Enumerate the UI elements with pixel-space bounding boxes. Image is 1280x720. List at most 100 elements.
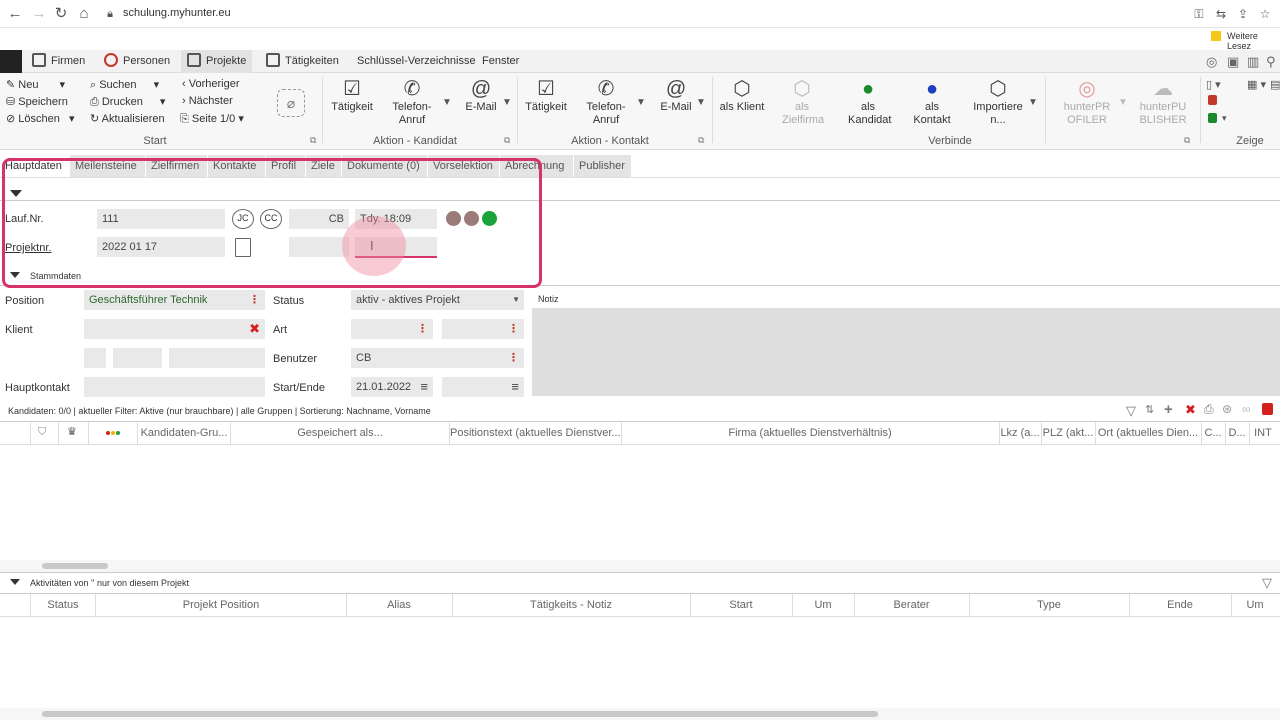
view-icon[interactable]: ▤ (1270, 78, 1280, 91)
tab-kontakte[interactable]: Kontakte (208, 155, 266, 177)
menu-fenster[interactable]: Fenster (476, 50, 525, 73)
more-icon[interactable]: ⋮ (249, 290, 260, 310)
link-icon[interactable]: ∞ (1242, 402, 1251, 416)
menu-lines-icon[interactable]: ≡ (511, 377, 519, 397)
back-icon[interactable]: ← (6, 5, 24, 23)
menu-lines-icon[interactable]: ≡ (420, 377, 428, 397)
chevron-down-icon[interactable]: ▼ (442, 97, 452, 108)
col-type[interactable]: Type (970, 599, 1128, 611)
end-date-field[interactable]: ≡ (442, 377, 524, 397)
art-field[interactable]: ⋮ (351, 319, 433, 339)
col-alias[interactable]: Alias (347, 599, 451, 611)
save-button[interactable]: ⛁ Speichern (6, 95, 68, 108)
cc-icon[interactable]: CC (260, 209, 282, 229)
col-int[interactable]: INT (1250, 427, 1276, 439)
filter-icon[interactable]: ▽ (1262, 575, 1272, 591)
connect-contact-button[interactable]: ● als Kontakt (906, 77, 958, 127)
menu-schluessel[interactable]: Schlüssel-Verzeichnisse (351, 50, 482, 73)
projektnr-label[interactable]: Projektnr. (5, 242, 51, 254)
projektnr-field[interactable]: 2022 01 17 (97, 237, 225, 257)
scrollbar-thumb[interactable] (42, 711, 878, 717)
document-icon[interactable] (235, 238, 251, 257)
help-icon[interactable]: ◎ (1206, 54, 1217, 70)
lock-red-icon[interactable] (1208, 95, 1217, 105)
refresh-button[interactable]: ↻ Aktualisieren (90, 112, 165, 125)
chevron-down-icon[interactable]: ▼ (696, 97, 706, 108)
tab-abrechnung[interactable]: Abrechnung (500, 155, 574, 177)
klient-sub-field[interactable] (113, 348, 162, 368)
col-berater[interactable]: Berater (855, 599, 968, 611)
tab-zielfirmen[interactable]: Zielfirmen (146, 155, 208, 177)
kontakt-activity-button[interactable]: ☑ Tätigkeit (522, 77, 570, 114)
address-bar[interactable]: schulung.myhunter.eu (123, 7, 231, 19)
print-button[interactable]: ⎙ Drucken ▾ (90, 95, 165, 109)
art-field-2[interactable]: ⋮ (442, 319, 524, 339)
delete-button[interactable]: ⊘ Löschen ▾ (6, 112, 74, 125)
klient-sub-field[interactable] (169, 348, 265, 368)
bookmark-star-icon[interactable]: ☆ (1256, 5, 1274, 23)
hauptkontakt-field[interactable] (84, 377, 265, 397)
expand-start-icon[interactable]: ⧉ (310, 135, 316, 146)
col-ort[interactable]: Ort (aktuelles Dien... (1096, 427, 1200, 439)
position-field[interactable]: Geschäftsführer Technik ⋮ (84, 290, 265, 310)
kontakt-phone-button[interactable]: ✆ Telefon-Anruf (579, 77, 633, 127)
window-icon[interactable]: ▣ (1227, 54, 1239, 70)
col-ende[interactable]: Ende (1130, 599, 1230, 611)
col-um-2[interactable]: Um (1232, 599, 1278, 611)
menu-personen[interactable]: Personen (98, 50, 176, 73)
print-icon[interactable]: ⎙ (1204, 402, 1214, 417)
col-d[interactable]: D... (1226, 427, 1248, 439)
more-icon[interactable]: ⋮ (508, 348, 519, 368)
empty-field[interactable] (289, 237, 349, 257)
scrollbar-thumb[interactable] (42, 563, 108, 569)
reload-icon[interactable]: ↻ (52, 5, 70, 23)
section-activities[interactable]: Aktivitäten von '' nur von diesem Projek… (10, 578, 189, 588)
chevron-down-icon[interactable]: ▼ (636, 97, 646, 108)
add-icon[interactable]: + (1164, 401, 1173, 418)
next-button[interactable]: › Nächster (182, 95, 233, 107)
more-icon[interactable]: ⋮ (417, 319, 428, 339)
clear-icon[interactable]: ✖ (249, 319, 260, 339)
sort-icon[interactable]: ⇅ (1145, 403, 1154, 416)
klient-sub-field[interactable] (84, 348, 106, 368)
share-icon[interactable]: ⇪ (1234, 5, 1252, 23)
col-um[interactable]: Um (793, 599, 853, 611)
benutzer-field[interactable]: CB ⋮ (351, 348, 524, 368)
bookmarks-folder[interactable]: Weitere Lesez (1227, 31, 1280, 51)
translate-icon[interactable]: ⇆ (1212, 5, 1230, 23)
collapse-toggle-icon[interactable] (10, 190, 22, 197)
klient-field[interactable]: ✖ (84, 319, 265, 339)
status-dot-brown[interactable] (446, 211, 461, 226)
jc-icon[interactable]: JC (232, 209, 254, 229)
navigate-icon[interactable]: ⊛ (1222, 402, 1232, 416)
user-code-field[interactable]: CB (289, 209, 349, 229)
connect-client-button[interactable]: ⬡ als Klient (716, 77, 768, 114)
col-positionstext[interactable]: Positionstext (aktuelles Dienstver... (450, 427, 620, 439)
notiz-textarea[interactable] (532, 308, 1280, 396)
col-c[interactable]: C... (1202, 427, 1224, 439)
hunter-profiler-button[interactable]: ◎ hunterPROFILER (1060, 77, 1114, 127)
search-button[interactable]: ⌕ Suchen ▾ (90, 78, 159, 92)
col-gespeichert[interactable]: Gespeichert als... (232, 427, 448, 439)
chevron-down-icon[interactable]: ▼ (502, 97, 512, 108)
expand-kontakt-icon[interactable]: ⧉ (698, 135, 704, 146)
col-status[interactable]: Status (32, 599, 94, 611)
col-plz[interactable]: PLZ (akt... (1042, 427, 1094, 439)
chevron-down-icon[interactable]: ▾ (1222, 113, 1227, 124)
kandidat-email-button[interactable]: @ E-Mail (458, 77, 504, 114)
tab-vorselektion[interactable]: Vorselektion (428, 155, 500, 177)
kandidat-phone-button[interactable]: ✆ Telefon-Anruf (385, 77, 439, 127)
tab-publisher[interactable]: Publisher (574, 155, 632, 177)
kandidat-activity-button[interactable]: ☑ Tätigkeit (328, 77, 376, 114)
phone-list-icon[interactable]: ▯ ▾ (1206, 78, 1221, 91)
menu-firmen[interactable]: Firmen (26, 50, 91, 73)
lock-red-icon[interactable] (1262, 403, 1273, 415)
col-kandidaten-gruppe[interactable]: Kandidaten-Gru... (139, 427, 229, 439)
key-icon[interactable]: ⚿ (1190, 5, 1208, 23)
remove-icon[interactable]: ✖ (1185, 402, 1196, 418)
menu-taetigkeiten[interactable]: Tätigkeiten (260, 50, 345, 73)
home-icon[interactable]: ⌂ (75, 5, 93, 23)
forward-icon[interactable]: → (30, 5, 48, 23)
layout-icon[interactable]: ▥ (1247, 54, 1259, 70)
tab-ziele[interactable]: Ziele (306, 155, 342, 177)
